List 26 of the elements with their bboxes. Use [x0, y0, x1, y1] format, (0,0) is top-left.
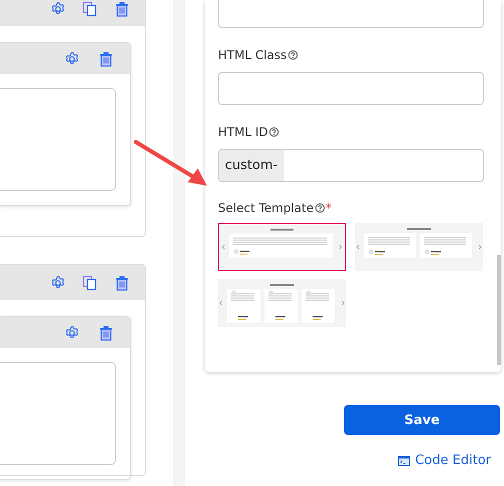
input-field[interactable] — [218, 0, 484, 28]
template-thumbnail[interactable] — [218, 279, 346, 327]
save-button[interactable]: Save — [344, 405, 500, 435]
settings-icon[interactable] — [50, 0, 66, 16]
copy-icon[interactable] — [82, 0, 98, 16]
help-icon[interactable] — [269, 127, 279, 137]
required-mark: * — [326, 201, 332, 215]
input-field[interactable]: custom- — [218, 149, 484, 182]
trash-icon[interactable] — [98, 324, 114, 340]
field-label: HTML ID — [218, 125, 268, 139]
help-icon[interactable] — [288, 50, 298, 60]
input-field[interactable] — [218, 72, 484, 105]
settings-icon[interactable] — [50, 274, 66, 290]
terminal-icon — [398, 456, 410, 466]
settings-icon[interactable] — [64, 324, 80, 340]
field-label: HTML Class — [218, 48, 287, 62]
trash-icon[interactable] — [98, 50, 114, 66]
settings-icon[interactable] — [64, 50, 80, 66]
field-label: Select Template — [218, 201, 314, 215]
help-icon[interactable] — [314, 203, 325, 213]
trash-icon[interactable] — [114, 0, 130, 16]
template-thumbnail[interactable] — [355, 223, 483, 271]
trash-icon[interactable] — [114, 274, 130, 290]
template-thumbnail[interactable] — [218, 223, 346, 271]
code-editor-link[interactable]: Code Editor — [398, 453, 491, 468]
copy-icon[interactable] — [82, 274, 98, 290]
